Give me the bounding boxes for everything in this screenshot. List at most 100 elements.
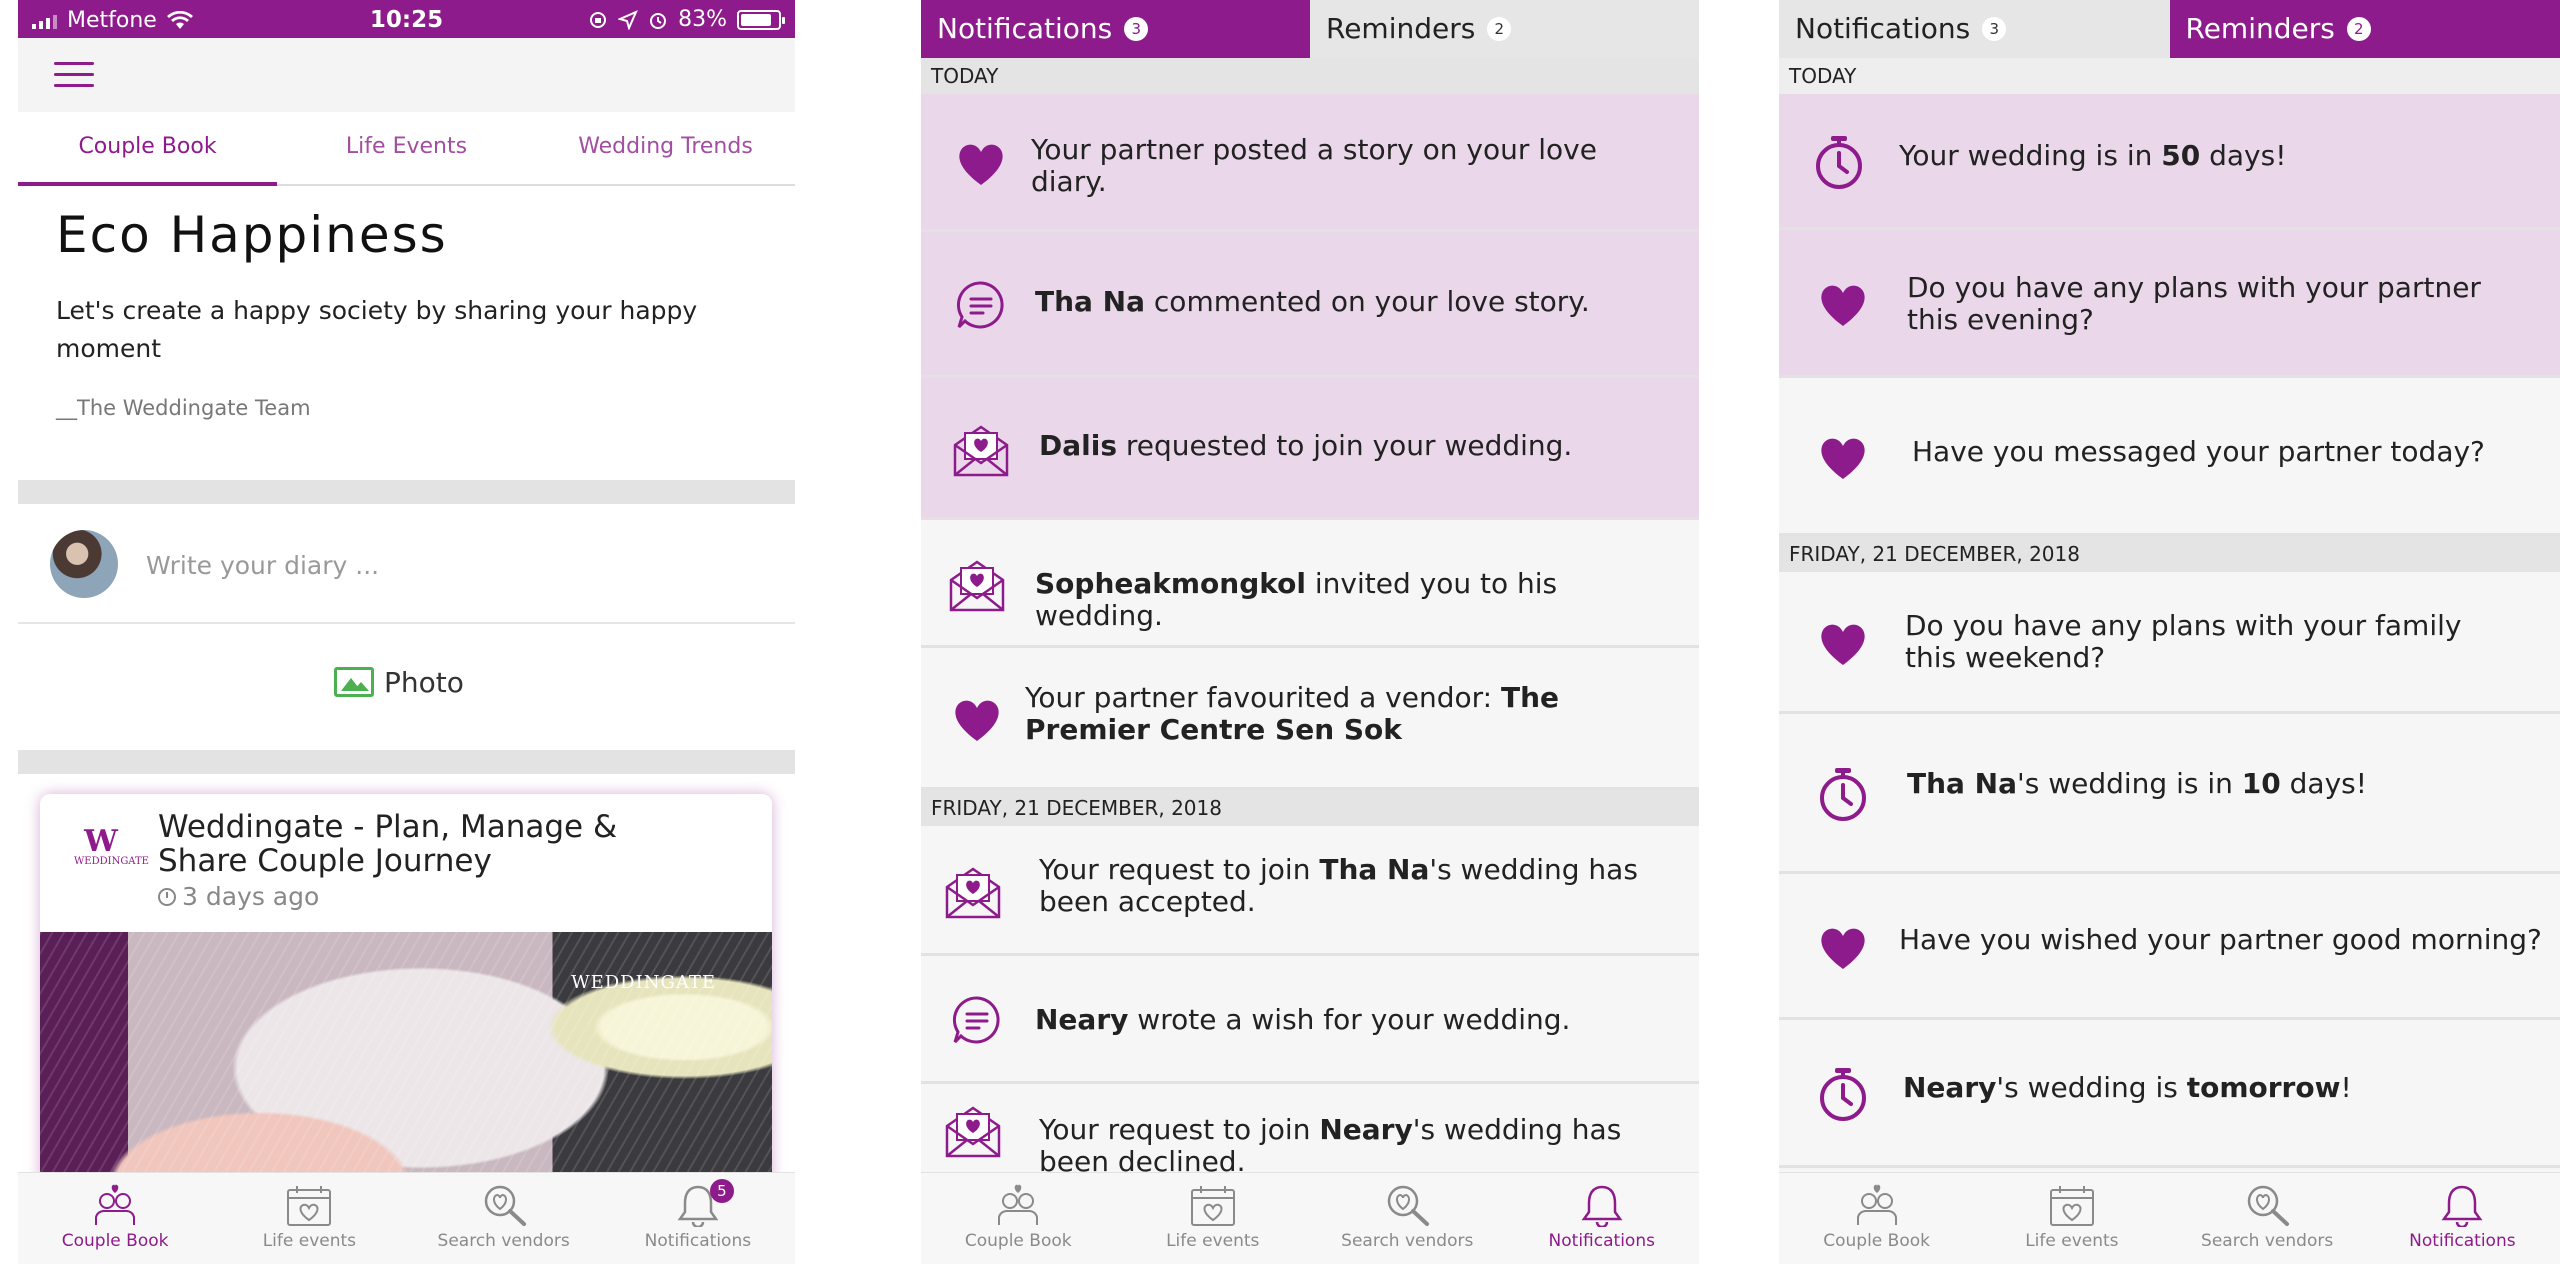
section-header: FRIDAY, 21 DECEMBER, 2018	[921, 790, 1699, 826]
notification-text: Your wedding is in 50 days!	[1899, 140, 2519, 172]
tab-label: Notifications	[1795, 12, 1971, 45]
section-header: TODAY	[1779, 58, 2560, 94]
tab-label: Reminders	[2185, 12, 2335, 45]
heart-icon	[1813, 274, 1873, 334]
notification-count-badge: 5	[709, 1179, 734, 1203]
text: !	[2340, 1071, 2352, 1104]
bold-text: Sopheakmongkol	[1035, 567, 1306, 600]
text: Your partner favourited a vendor:	[1025, 681, 1501, 714]
hero-text: Let's create a happy society by sharing …	[56, 296, 698, 363]
notification-item[interactable]: Your wedding is in 50 days!	[1779, 94, 2560, 230]
nav-item-search-vendors[interactable]: Search vendors	[407, 1173, 601, 1264]
nav-label: Life events	[1166, 1231, 1260, 1251]
notification-item[interactable]: Your request to join Tha Na's wedding ha…	[921, 826, 1699, 956]
notification-item[interactable]: Neary wrote a wish for your wedding.	[921, 956, 1699, 1084]
text: Have you wished your partner good mornin…	[1899, 923, 2542, 956]
avatar[interactable]	[50, 530, 118, 598]
location-icon	[618, 9, 639, 30]
notification-text: Neary wrote a wish for your wedding.	[1035, 1004, 1655, 1036]
notification-text: Your request to join Tha Na's wedding ha…	[1039, 854, 1659, 918]
nav-item-life-events[interactable]: Life events	[212, 1173, 406, 1264]
nav-item-life-events[interactable]: Life events	[1974, 1173, 2169, 1264]
image-icon	[334, 667, 374, 697]
section-header: TODAY	[921, 58, 1699, 94]
text: 's wedding is	[1996, 1071, 2187, 1104]
tab-count-badge: 2	[2346, 17, 2371, 41]
nav-item-notifications[interactable]: Notifications	[1505, 1173, 1700, 1264]
envelope-heart-icon	[947, 554, 1007, 614]
text: Do you have any plans with your family t…	[1905, 609, 2462, 674]
alarm-icon	[650, 12, 667, 29]
notification-item[interactable]: Tha Na commented on your love story.	[921, 232, 1699, 378]
nav-item-notifications[interactable]: Notifications	[2365, 1173, 2560, 1264]
notification-item[interactable]: Have you wished your partner good mornin…	[1779, 874, 2560, 1020]
photo-button[interactable]: Photo	[334, 660, 464, 704]
text: days!	[2200, 139, 2287, 172]
divider	[18, 750, 795, 774]
rotation-lock-icon	[590, 11, 607, 28]
envelope-heart-icon	[951, 419, 1011, 479]
hero-signature: __The Weddingate Team	[56, 396, 311, 420]
notification-item[interactable]: Do you have any plans with your family t…	[1779, 572, 2560, 714]
nav-item-search-vendors[interactable]: Search vendors	[2170, 1173, 2365, 1264]
text: wrote a wish for your wedding.	[1128, 1003, 1571, 1036]
notification-item[interactable]: Your partner favourited a vendor: The Pr…	[921, 648, 1699, 790]
nav-label: Search vendors	[2201, 1231, 2334, 1251]
tab-wedding-trends[interactable]: Wedding Trends	[536, 112, 795, 184]
tab-couple-book[interactable]: Couple Book	[18, 112, 277, 186]
notification-text: Do you have any plans with your partner …	[1907, 272, 2507, 336]
nav-item-life-events[interactable]: Life events	[1116, 1173, 1311, 1264]
app-header	[18, 38, 795, 112]
tab-life-events[interactable]: Life Events	[277, 112, 536, 184]
notification-text: Your request to join Neary's wedding has…	[1039, 1114, 1659, 1178]
calendar-heart-icon	[1974, 1183, 2169, 1227]
post-time: 3 days ago	[158, 882, 319, 911]
nav-item-couple-book[interactable]: Couple Book	[1779, 1173, 1974, 1264]
notification-text: Do you have any plans with your family t…	[1905, 610, 2505, 674]
notification-item[interactable]: Do you have any plans with your partner …	[1779, 230, 2560, 378]
nav-label: Life events	[262, 1231, 357, 1251]
nav-label: Notifications	[2409, 1231, 2516, 1251]
notification-item[interactable]: Your partner posted a story on your love…	[921, 94, 1699, 232]
tab-notifications[interactable]: Notifications 3	[921, 0, 1310, 58]
text: Your wedding is in	[1899, 139, 2162, 172]
diary-input[interactable]	[146, 546, 766, 584]
tab-reminders[interactable]: Reminders 2	[2169, 0, 2560, 58]
tab-reminders[interactable]: Reminders 2	[1310, 0, 1699, 58]
clock-icon	[158, 887, 176, 906]
calendar-heart-icon	[212, 1183, 406, 1227]
notification-item[interactable]: Tha Na's wedding is in 10 days!	[1779, 714, 2560, 874]
text: Your request to join	[1039, 1113, 1320, 1146]
bell-icon	[2365, 1183, 2560, 1227]
notification-text: Tha Na's wedding is in 10 days!	[1907, 768, 2527, 800]
section-header: FRIDAY, 21 DECEMBER, 2018	[1779, 536, 2560, 572]
bold-text: 10	[2241, 767, 2281, 800]
nav-label: Couple Book	[61, 1231, 169, 1251]
nav-item-couple-book[interactable]: Couple Book	[921, 1173, 1116, 1264]
bold-text: Neary	[1035, 1003, 1129, 1036]
notification-text: Dalis requested to join your wedding.	[1039, 430, 1659, 462]
battery-percent: 83%	[678, 7, 727, 32]
nav-item-notifications[interactable]: Notifications 5	[601, 1173, 795, 1264]
bell-icon	[1505, 1183, 1700, 1227]
heart-icon	[1813, 427, 1873, 487]
stopwatch-icon	[1813, 1064, 1873, 1124]
bold-text: Neary	[1319, 1113, 1413, 1146]
bottom-nav: Couple Book Life events Search vendors Noti…	[1779, 1172, 2560, 1264]
nav-item-search-vendors[interactable]: Search vendors	[1310, 1173, 1505, 1264]
nav-item-couple-book[interactable]: Couple Book	[18, 1173, 212, 1264]
notification-item[interactable]: Have you messaged your partner today?	[1779, 378, 2560, 536]
tab-label: Reminders	[1326, 12, 1476, 45]
menu-icon[interactable]	[54, 62, 94, 88]
weddingate-logo: W WEDDINGATE	[74, 824, 149, 868]
notification-item[interactable]: Neary's wedding is tomorrow!	[1779, 1020, 2560, 1168]
tab-notifications[interactable]: Notifications 3	[1779, 0, 2170, 58]
notification-item[interactable]: Sopheakmongkol invited you to his weddin…	[921, 520, 1699, 648]
notification-item[interactable]: Your request to join Neary's wedding has…	[921, 1084, 1699, 1178]
notification-item[interactable]: Dalis requested to join your wedding.	[921, 378, 1699, 520]
envelope-heart-icon	[943, 1100, 1003, 1160]
notification-text: Have you wished your partner good mornin…	[1899, 924, 2549, 956]
couple-icon	[921, 1183, 1116, 1227]
nav-label: Notifications	[1548, 1231, 1655, 1251]
heart-icon	[951, 133, 1011, 193]
